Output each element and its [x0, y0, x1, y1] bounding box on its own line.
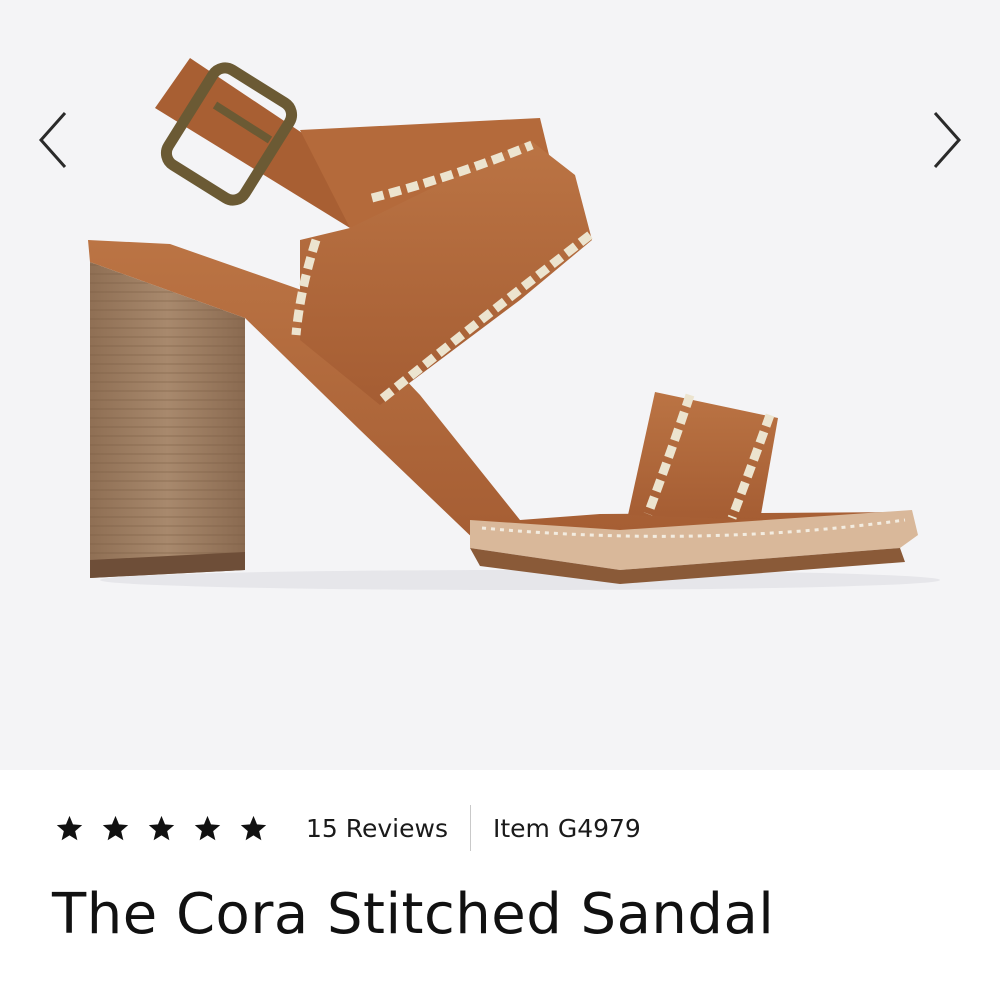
star-icon — [102, 815, 129, 840]
meta-divider — [469, 805, 471, 851]
item-number: Item G4979 — [492, 813, 641, 843]
star-rating[interactable] — [55, 814, 268, 843]
product-image-sandal — [88, 58, 940, 590]
next-image-button[interactable] — [922, 100, 972, 180]
star-icon — [148, 815, 175, 840]
previous-image-button[interactable] — [28, 100, 78, 180]
star-icon — [240, 815, 267, 840]
chevron-left-icon — [38, 112, 67, 168]
product-meta-row: 15 Reviews Item G4979 — [55, 800, 641, 856]
reviews-link[interactable]: 15 Reviews — [306, 814, 448, 843]
star-icon — [56, 815, 83, 840]
product-title: The Cora Stitched Sandal — [52, 882, 775, 947]
star-icon — [194, 815, 221, 840]
product-image-gallery[interactable] — [0, 0, 1000, 770]
chevron-right-icon — [933, 112, 962, 168]
